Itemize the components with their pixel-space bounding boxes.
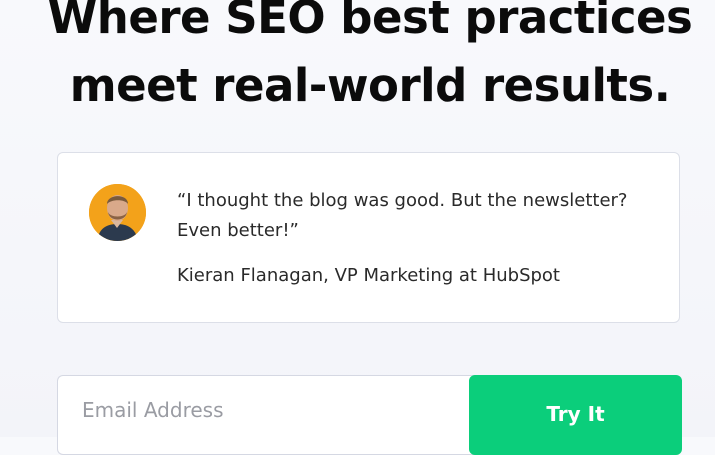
avatar (89, 184, 146, 241)
signup-form: Try It (57, 375, 682, 455)
hero-headline-line-2: meet real-world results. (69, 59, 671, 112)
testimonial-quote: “I thought the blog was good. But the ne… (177, 186, 657, 246)
testimonial-card: “I thought the blog was good. But the ne… (57, 152, 680, 323)
hero-headline: Where SEO best practices meet real-world… (0, 0, 715, 120)
try-it-button[interactable]: Try It (469, 375, 682, 455)
hero-headline-line-1: Where SEO best practices (47, 0, 693, 44)
testimonial-author: Kieran Flanagan, VP Marketing at HubSpot (177, 265, 560, 286)
testimonial-quote-line-2: Even better!” (177, 220, 299, 241)
testimonial-quote-line-1: “I thought the blog was good. But the ne… (177, 190, 628, 211)
email-input[interactable] (57, 375, 487, 455)
avatar-portrait (89, 184, 146, 241)
